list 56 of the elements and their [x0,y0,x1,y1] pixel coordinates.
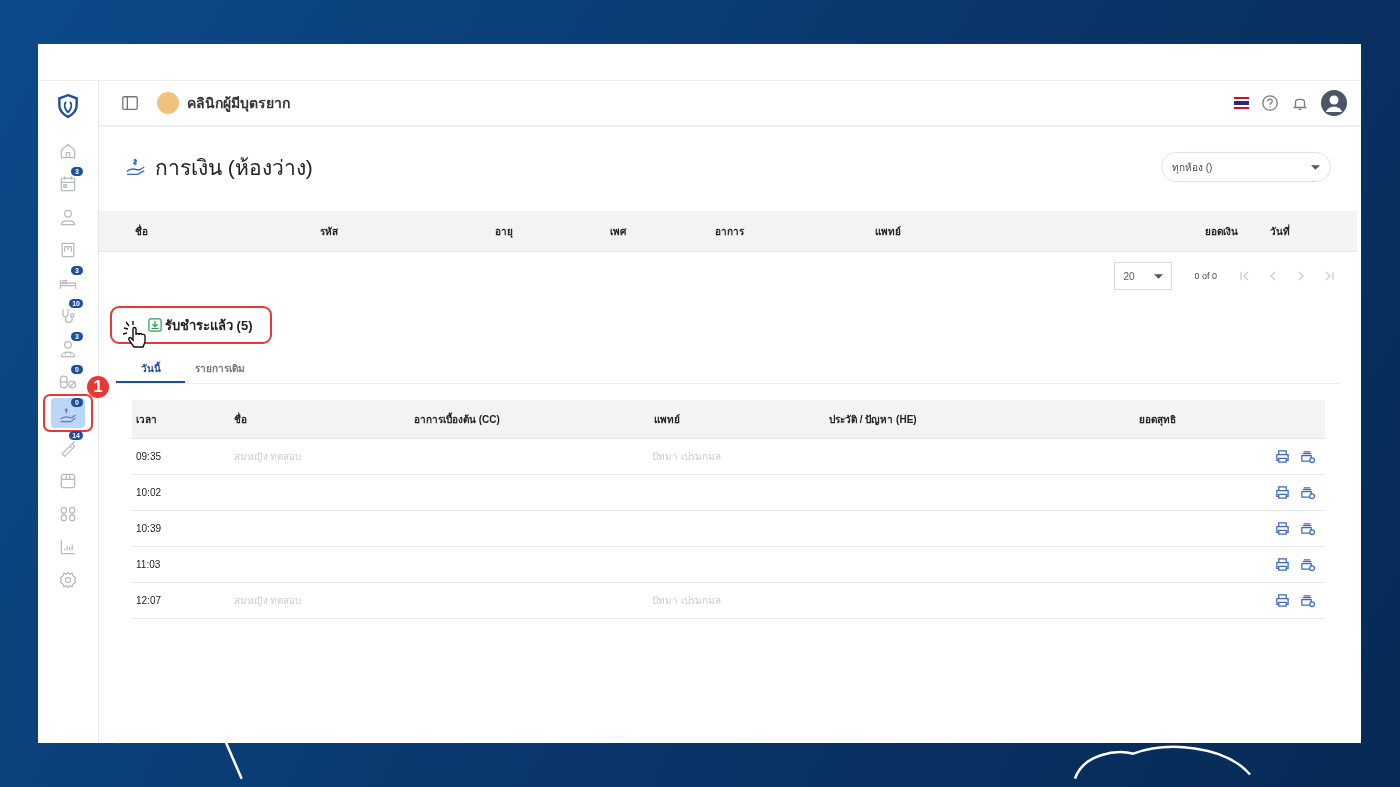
clinic-name: คลินิกผู้มีบุตรยาก [187,94,290,114]
user-avatar[interactable] [1321,90,1347,116]
column-header: เพศ [610,224,628,239]
column-header: ยอดสุทธิ [1139,412,1177,427]
paid-toggle-button[interactable]: รับชำระแล้ว (5) [148,314,253,336]
print-icon[interactable] [1275,557,1291,572]
column-header: อาการ [715,224,745,239]
page-title: การเงิน (ห้องว่าง) [155,154,313,181]
column-header: ชื่อ [135,223,149,239]
tab[interactable]: รายการเดิม [185,356,254,383]
box-icon [58,471,78,491]
download-icon [148,318,162,332]
print-icon[interactable] [1275,521,1291,536]
wallet-icon[interactable] [1300,593,1315,608]
calendar-icon [58,174,78,194]
column-header: วันที่ [1270,223,1291,239]
step-number: 1 [87,376,109,398]
apps-icon [58,504,78,524]
time-cell-text: 09:35 [136,451,163,462]
time-cell-text: 11:03 [136,559,162,570]
money-icon [58,405,78,425]
print-icon[interactable] [1275,485,1291,500]
column-header: อายุ [495,224,514,239]
clinic-avatar [157,92,179,114]
settings-icon [58,570,78,590]
time-cell-text: 10:02 [136,487,163,498]
chart-icon [58,537,78,557]
flag-icon[interactable] [1234,97,1249,109]
doctor-icon [58,339,78,359]
column-header: อาการเบื้องต้น (CC) [414,411,501,427]
home-icon [58,141,78,161]
time-cell-text: 10:39 [136,523,163,534]
print-icon[interactable] [1275,449,1291,464]
money-hand-icon [125,156,147,178]
wallet-icon[interactable] [1300,521,1315,536]
wallet-icon[interactable] [1300,449,1315,464]
wallet-icon[interactable] [1300,485,1315,500]
print-icon[interactable] [1275,593,1291,608]
wallet-icon[interactable] [1300,557,1315,572]
shield-leaf-logo [55,93,81,119]
column-header: เวลา [136,412,158,427]
page-range: 0 of 0 [1194,271,1217,281]
column-header: แพทย์ [654,412,681,427]
column-header: ชื่อ [234,411,248,427]
column-header: ยอดเงิน [1205,224,1239,239]
page-size-dropdown[interactable]: 20 [1114,262,1173,290]
sidebar-toggle-icon[interactable] [121,94,139,112]
column-header: รหัส [320,224,339,239]
column-header: ประวัติ / ปัญหา (HE) [829,412,918,427]
caret-icon [1311,164,1320,170]
help-icon[interactable] [1261,94,1279,112]
column-header: แพทย์ [875,224,902,239]
time-cell-text: 12:07 [136,595,163,606]
tab[interactable]: วันนี้ [116,356,185,383]
person-icon [58,207,78,227]
caret-icon [1154,273,1164,279]
